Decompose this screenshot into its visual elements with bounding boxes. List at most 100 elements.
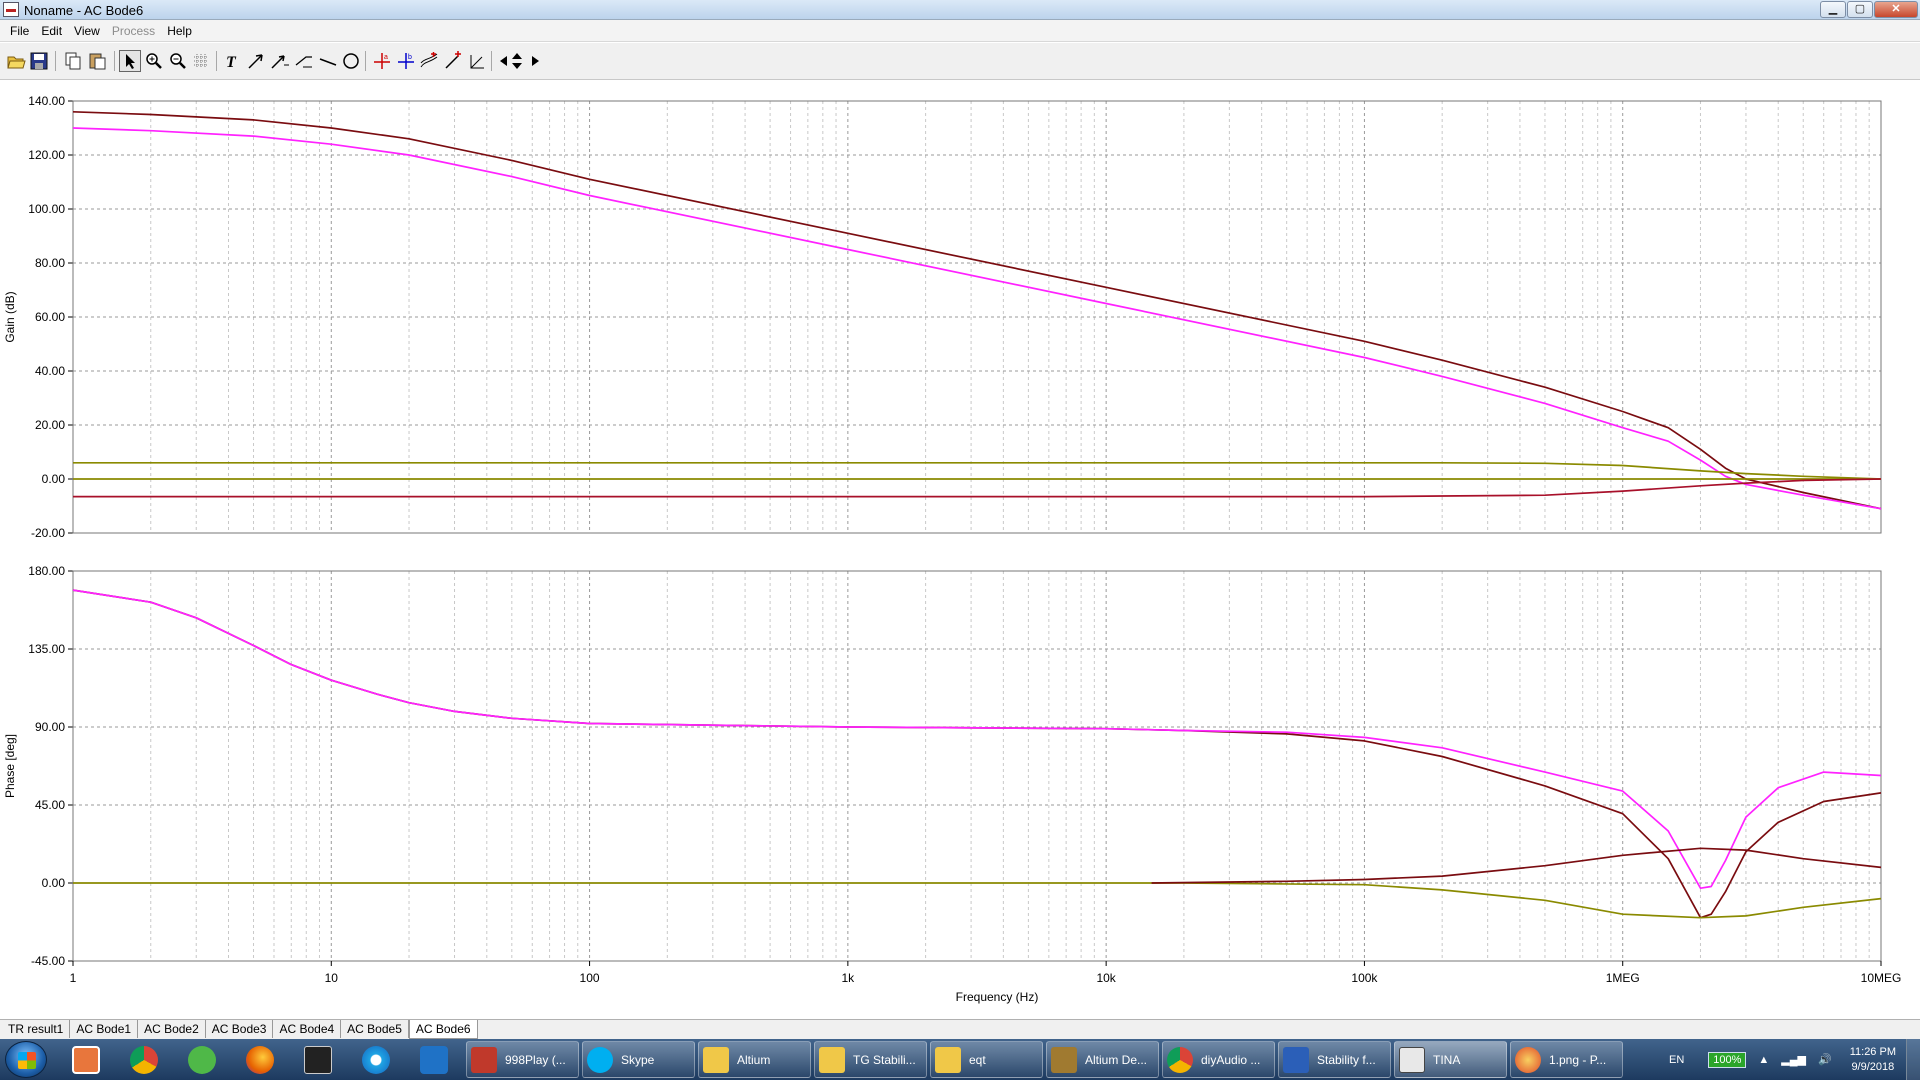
task-diyaudio[interactable]: diyAudio ... xyxy=(1162,1041,1275,1078)
gain-y-tick-label: 0.00 xyxy=(42,472,66,486)
start-button[interactable] xyxy=(5,1041,47,1078)
paste-icon[interactable] xyxy=(86,50,108,72)
clock[interactable]: 11:26 PM 9/9/2018 xyxy=(1850,1045,1896,1075)
maximize-button[interactable]: ▢ xyxy=(1847,1,1873,18)
tina-icon xyxy=(1399,1046,1425,1073)
windows-logo-icon xyxy=(18,1052,36,1069)
tab-ac-bode2[interactable]: AC Bode2 xyxy=(138,1020,206,1038)
title-bar: Noname - AC Bode6 ▁ ▢ ✕ xyxy=(0,0,1920,20)
ie-icon[interactable] xyxy=(350,1042,402,1077)
gain-y-tick-label: 100.00 xyxy=(28,202,65,216)
gain-curve-5[interactable] xyxy=(73,478,1882,498)
gain-y-tick-label: -20.00 xyxy=(31,526,65,540)
zoom-out-icon[interactable] xyxy=(167,50,189,72)
phase-y-tick-label: 45.00 xyxy=(35,798,65,812)
media-icon[interactable] xyxy=(292,1042,344,1077)
menu-view[interactable]: View xyxy=(68,24,106,38)
phase-y-tick-label: 180.00 xyxy=(28,564,65,578)
gain-axis-label: Gain (dB) xyxy=(3,291,17,342)
volume-icon[interactable]: 🔊 xyxy=(1818,1053,1832,1066)
curve-marker-icon[interactable] xyxy=(442,50,464,72)
tab-ac-bode6[interactable]: AC Bode6 xyxy=(408,1020,478,1039)
task-skype[interactable]: Skype xyxy=(582,1041,695,1078)
gain-curve-3[interactable] xyxy=(73,461,1882,480)
task-998play[interactable]: 998Play (... xyxy=(466,1041,579,1078)
chrome-icon[interactable] xyxy=(118,1042,170,1077)
window-title: Noname - AC Bode6 xyxy=(24,3,144,18)
task-tg-stability[interactable]: TG Stabili... xyxy=(814,1041,927,1078)
bode-plot-area[interactable]: 140.00 120.00 100.00 80.00 60.00 40.00 20.00 0.… xyxy=(0,81,1920,1019)
gain-y-tick-label: 80.00 xyxy=(35,256,65,270)
menu-help[interactable]: Help xyxy=(161,24,198,38)
system-tray: EN 100% ▲ ▂▄▆ 🔊 11:26 PM 9/9/2018 xyxy=(1669,1039,1920,1080)
x-tick-label: 10 xyxy=(325,971,339,985)
clock-date: 9/9/2018 xyxy=(1851,1060,1895,1073)
cursor-b-icon[interactable]: b xyxy=(395,50,417,72)
tangent-icon[interactable] xyxy=(466,50,488,72)
svg-text:T: T xyxy=(226,54,237,71)
hp-icon[interactable] xyxy=(176,1042,228,1077)
task-tina[interactable]: TINA xyxy=(1394,1041,1507,1078)
cursor-a-icon[interactable]: a xyxy=(371,50,393,72)
save-icon[interactable] xyxy=(28,50,50,72)
skype-icon xyxy=(587,1046,613,1073)
menu-file[interactable]: File xyxy=(4,24,35,38)
arrow-label-icon[interactable] xyxy=(269,50,291,72)
tab-ac-bode5[interactable]: AC Bode5 xyxy=(341,1020,409,1038)
open-icon[interactable] xyxy=(5,50,27,72)
minimize-button[interactable]: ▁ xyxy=(1820,1,1846,18)
phase-y-tick-label: 90.00 xyxy=(35,720,65,734)
phase-curve-3[interactable] xyxy=(73,882,1882,919)
folder-icon xyxy=(935,1046,961,1073)
close-button[interactable]: ✕ xyxy=(1874,1,1918,18)
task-altium-designer[interactable]: Altium De... xyxy=(1046,1041,1159,1078)
show-desktop-button[interactable] xyxy=(1906,1039,1920,1080)
svg-text:a: a xyxy=(384,54,388,61)
gain-curve-2[interactable] xyxy=(72,127,1882,510)
vscode-icon[interactable] xyxy=(408,1042,460,1077)
task-stability-word[interactable]: Stability f... xyxy=(1278,1041,1391,1078)
app-icon[interactable] xyxy=(3,2,19,17)
line-icon[interactable] xyxy=(317,50,339,72)
signal-icon[interactable]: ▂▄▆ xyxy=(1781,1053,1806,1066)
circle-icon[interactable] xyxy=(340,50,362,72)
task-paint[interactable]: 1.png - P... xyxy=(1510,1041,1623,1078)
grid-icon[interactable] xyxy=(190,50,212,72)
copy-icon[interactable] xyxy=(62,50,84,72)
text-icon[interactable]: T xyxy=(221,50,243,72)
x-axis-label: Frequency (Hz) xyxy=(956,990,1039,1004)
curve-add-icon[interactable] xyxy=(418,50,440,72)
scroll-right-icon[interactable] xyxy=(522,50,544,72)
gain-y-tick-label: 40.00 xyxy=(35,364,65,378)
x-tick-label: 10k xyxy=(1096,971,1116,985)
network-icon[interactable]: ▲ xyxy=(1758,1054,1769,1066)
task-eqt[interactable]: eqt xyxy=(930,1041,1043,1078)
tab-tr-result1[interactable]: TR result1 xyxy=(2,1020,71,1038)
bode-plot[interactable]: 140.00120.00100.0080.0060.0040.0020.000.… xyxy=(0,81,1920,1019)
tab-ac-bode1[interactable]: AC Bode1 xyxy=(70,1020,139,1038)
phase-curve-2[interactable] xyxy=(72,589,1882,890)
taskbar: 998Play (... Skype Altium TG Stabili... … xyxy=(0,1039,1920,1080)
explorer-icon[interactable] xyxy=(60,1042,112,1077)
gain-curve-1[interactable] xyxy=(72,110,1882,510)
task-altium-folder[interactable]: Altium xyxy=(698,1041,811,1078)
arrow-icon[interactable] xyxy=(245,50,267,72)
tab-ac-bode3[interactable]: AC Bode3 xyxy=(206,1020,274,1038)
menu-process[interactable]: Process xyxy=(106,24,161,38)
phase-curve-4[interactable] xyxy=(1151,847,1882,884)
phase-plot-frame xyxy=(72,570,1882,962)
phase-curve-1[interactable] xyxy=(72,589,1882,919)
menu-edit[interactable]: Edit xyxy=(35,24,68,38)
phase-axis-label: Phase [deg] xyxy=(3,734,17,798)
zoom-in-icon[interactable] xyxy=(143,50,165,72)
word-icon xyxy=(1283,1046,1309,1073)
language-indicator[interactable]: EN xyxy=(1669,1054,1684,1066)
gain-y-tick-label: 120.00 xyxy=(28,148,65,162)
tab-ac-bode4[interactable]: AC Bode4 xyxy=(273,1020,342,1038)
menu-bar: File Edit View Process Help xyxy=(0,20,1920,42)
dim-label-icon[interactable] xyxy=(293,50,315,72)
firefox-icon[interactable] xyxy=(234,1042,286,1077)
pointer-icon[interactable] xyxy=(119,50,141,72)
chrome-icon xyxy=(1167,1046,1193,1073)
battery-indicator[interactable]: 100% xyxy=(1708,1051,1747,1068)
